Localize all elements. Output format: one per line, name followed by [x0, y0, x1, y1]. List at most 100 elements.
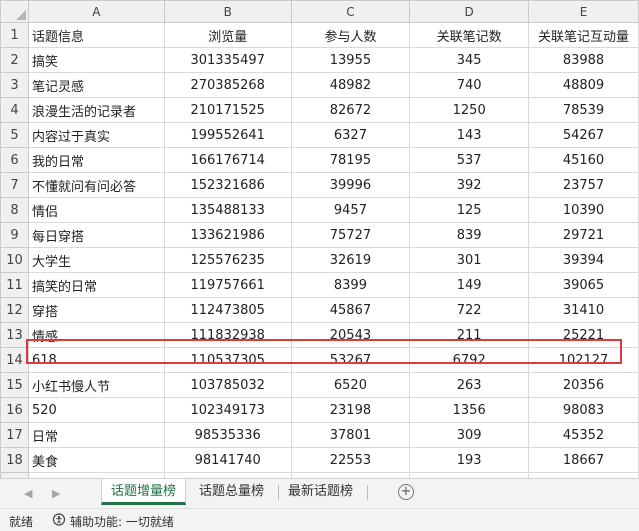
cell-a[interactable]: 520 — [27, 397, 165, 423]
cell-e[interactable]: 45352 — [528, 422, 639, 448]
cell-b[interactable]: 103785032 — [163, 372, 292, 398]
row-number[interactable]: 8 — [0, 197, 29, 223]
cell-c[interactable]: 75727 — [290, 222, 411, 248]
cell-b[interactable]: 110537305 — [163, 347, 292, 373]
accessibility-status-text[interactable]: 辅助功能: 一切就绪 — [70, 513, 174, 530]
cell-d[interactable]: 193 — [409, 447, 530, 473]
row-number[interactable]: 3 — [0, 72, 29, 98]
row-number[interactable]: 14 — [0, 347, 29, 373]
cell-d[interactable]: 149 — [409, 272, 530, 298]
column-header-b[interactable]: B — [163, 0, 292, 23]
row-number[interactable]: 17 — [0, 422, 29, 448]
row-number[interactable]: 11 — [0, 272, 29, 298]
cell-c[interactable]: 6327 — [290, 122, 411, 148]
cell-a[interactable]: 话题信息 — [27, 22, 165, 48]
row-number[interactable]: 7 — [0, 172, 29, 198]
cell-a[interactable]: 情感 — [27, 322, 165, 348]
row-number[interactable]: 16 — [0, 397, 29, 423]
cell-a[interactable]: 小红书慢人节 — [27, 372, 165, 398]
cell-d[interactable]: 722 — [409, 297, 530, 323]
cell-c[interactable]: 45867 — [290, 297, 411, 323]
cell-d[interactable]: 839 — [409, 222, 530, 248]
column-header-a[interactable]: A — [27, 0, 165, 23]
cell-d[interactable]: 211 — [409, 322, 530, 348]
cell-c[interactable]: 9457 — [290, 197, 411, 223]
cell-b[interactable]: 98141740 — [163, 447, 292, 473]
cell-d[interactable]: 392 — [409, 172, 530, 198]
cell-d[interactable]: 关联笔记数 — [409, 22, 530, 48]
cell-d[interactable]: 301 — [409, 247, 530, 273]
cell-c[interactable]: 13955 — [290, 47, 411, 73]
cell-c[interactable]: 8399 — [290, 272, 411, 298]
cell-e[interactable]: 54267 — [528, 122, 639, 148]
cell-b[interactable]: 102349173 — [163, 397, 292, 423]
cell-b[interactable]: 135488133 — [163, 197, 292, 223]
cell-b[interactable]: 166176714 — [163, 147, 292, 173]
cell-c[interactable]: 23198 — [290, 397, 411, 423]
row-number[interactable]: 13 — [0, 322, 29, 348]
cell-e[interactable]: 39394 — [528, 247, 639, 273]
cell-b[interactable]: 133621986 — [163, 222, 292, 248]
cell-e[interactable]: 39065 — [528, 272, 639, 298]
column-header-c[interactable]: C — [290, 0, 411, 23]
cell-d[interactable]: 263 — [409, 372, 530, 398]
cell-d[interactable]: 1356 — [409, 397, 530, 423]
cell-a[interactable]: 穿搭 — [27, 297, 165, 323]
row-number[interactable]: 5 — [0, 122, 29, 148]
add-sheet-icon[interactable]: + — [398, 484, 414, 500]
row-number[interactable]: 2 — [0, 47, 29, 73]
cell-a[interactable]: 每日穿搭 — [27, 222, 165, 248]
cell-e[interactable]: 78539 — [528, 97, 639, 123]
cell-e[interactable]: 48809 — [528, 72, 639, 98]
cell-e[interactable]: 25221 — [528, 322, 639, 348]
column-header-d[interactable]: D — [409, 0, 530, 23]
cell-c[interactable]: 6520 — [290, 372, 411, 398]
cell-b[interactable]: 152321686 — [163, 172, 292, 198]
next-sheet-icon[interactable]: ▶ — [52, 487, 60, 500]
cell-b[interactable]: 98535336 — [163, 422, 292, 448]
cell-e[interactable]: 98083 — [528, 397, 639, 423]
cell-c[interactable]: 78195 — [290, 147, 411, 173]
cell-a[interactable]: 我的日常 — [27, 147, 165, 173]
cell-d[interactable]: 537 — [409, 147, 530, 173]
cell-e[interactable]: 31410 — [528, 297, 639, 323]
cell-c[interactable]: 48982 — [290, 72, 411, 98]
cell-a[interactable]: 美食 — [27, 447, 165, 473]
cell-a[interactable]: 618 — [27, 347, 165, 373]
row-number[interactable]: 4 — [0, 97, 29, 123]
row-number[interactable]: 6 — [0, 147, 29, 173]
cell-e[interactable]: 10390 — [528, 197, 639, 223]
cell-b[interactable]: 119757661 — [163, 272, 292, 298]
cell-c[interactable]: 22553 — [290, 447, 411, 473]
cell-c[interactable]: 39996 — [290, 172, 411, 198]
cell-a[interactable]: 搞笑 — [27, 47, 165, 73]
row-number[interactable]: 15 — [0, 372, 29, 398]
tab-topic-total[interactable]: 话题总量榜 — [190, 479, 273, 505]
cell-a[interactable]: 搞笑的日常 — [27, 272, 165, 298]
cell-e[interactable]: 29721 — [528, 222, 639, 248]
row-number[interactable]: 1 — [0, 22, 29, 48]
cell-b[interactable]: 199552641 — [163, 122, 292, 148]
cell-a[interactable]: 浪漫生活的记录者 — [27, 97, 165, 123]
cell-c[interactable]: 20543 — [290, 322, 411, 348]
cell-d[interactable]: 125 — [409, 197, 530, 223]
cell-a[interactable]: 内容过于真实 — [27, 122, 165, 148]
cell-b[interactable]: 浏览量 — [163, 22, 292, 48]
row-number[interactable]: 9 — [0, 222, 29, 248]
cell-a[interactable]: 笔记灵感 — [27, 72, 165, 98]
cell-c[interactable]: 参与人数 — [290, 22, 411, 48]
cell-e[interactable]: 20356 — [528, 372, 639, 398]
cell-e[interactable]: 关联笔记互动量 — [528, 22, 639, 48]
cell-d[interactable]: 309 — [409, 422, 530, 448]
row-number[interactable]: 10 — [0, 247, 29, 273]
accessibility-icon[interactable] — [52, 513, 66, 530]
cell-e[interactable]: 18667 — [528, 447, 639, 473]
row-number[interactable]: 12 — [0, 297, 29, 323]
cell-b[interactable]: 270385268 — [163, 72, 292, 98]
column-header-e[interactable]: E — [528, 0, 639, 23]
cell-b[interactable]: 111832938 — [163, 322, 292, 348]
cell-b[interactable]: 125576235 — [163, 247, 292, 273]
prev-sheet-icon[interactable]: ◀ — [24, 487, 32, 500]
cell-c[interactable]: 37801 — [290, 422, 411, 448]
cell-c[interactable]: 53267 — [290, 347, 411, 373]
